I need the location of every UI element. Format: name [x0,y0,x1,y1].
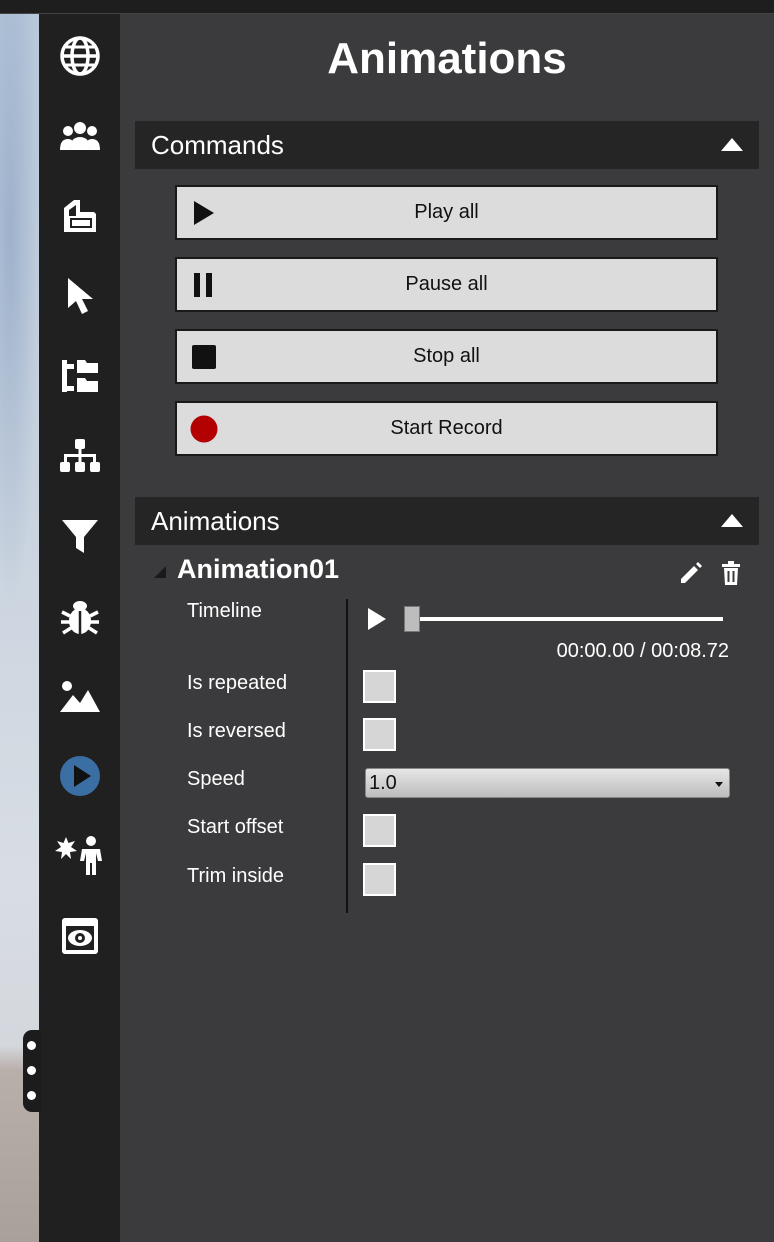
panel-title: Animations [327,34,567,83]
edit-pencil-icon[interactable] [678,560,704,586]
sidebar-item-animations[interactable] [39,746,120,806]
speed-label: Speed [187,768,245,790]
is-repeated-checkbox[interactable] [363,670,396,703]
play-circle-icon [59,756,100,796]
property-divider [346,599,348,913]
is-repeated-label: Is repeated [187,672,288,694]
stop-all-label: Stop all [413,345,480,367]
timeline-slider-track[interactable] [406,617,723,621]
grip-dot [27,1066,36,1075]
play-all-label: Play all [414,201,479,223]
grip-dot [27,1091,36,1100]
collapse-triangle-icon [721,514,743,527]
filter-icon [61,520,98,553]
start-offset-checkbox[interactable] [363,814,396,847]
time-separator: / [634,640,652,662]
is-reversed-checkbox[interactable] [363,718,396,751]
timeline-time-readout: 00:00.00 / 00:08.72 [557,640,729,663]
sidebar-item-hierarchy[interactable] [39,426,120,486]
current-time: 00:00.00 [556,640,635,662]
is-reversed-label: Is reversed [187,720,286,742]
commands-header-label: Commands [151,130,284,160]
grip-dot [27,1041,36,1050]
trim-inside-checkbox[interactable] [363,863,396,896]
timeline-slider-thumb[interactable] [404,606,420,632]
collapse-triangle-icon [721,138,743,151]
sidebar-item-debug[interactable] [39,586,120,646]
dropdown-caret-icon [715,782,723,787]
animation-name: Animation01 [177,554,340,584]
timeline-play-icon[interactable] [366,606,388,632]
start-record-label: Start Record [390,417,503,439]
sidebar-item-globe[interactable] [39,26,120,86]
tool-sidebar [39,14,120,1242]
viewer-eye-icon [61,918,98,954]
pause-all-button[interactable]: Pause all [175,257,718,312]
image-icon [59,681,100,712]
sidebar-item-filter[interactable] [39,506,120,566]
layers-icon [63,200,96,232]
animations-header-label: Animations [151,506,280,536]
start-offset-label: Start offset [187,816,284,838]
hierarchy-icon [59,439,100,472]
effects-person-icon [54,836,102,875]
bug-icon [60,601,99,635]
sidebar-item-users[interactable] [39,106,120,166]
sidebar-item-images[interactable] [39,666,120,726]
globe-icon [59,36,100,76]
sidebar-item-viewer[interactable] [39,906,120,966]
delete-trash-icon[interactable] [718,560,744,586]
trim-inside-label: Trim inside [187,865,285,887]
users-icon [59,122,100,150]
speed-value: 1.0 [369,772,397,794]
tree-view-icon [61,360,98,392]
sidebar-item-layers[interactable] [39,186,120,246]
top-bar [0,0,774,14]
play-all-button[interactable]: Play all [175,185,718,240]
sidebar-item-select[interactable] [39,266,120,326]
expand-triangle-icon[interactable] [154,566,166,578]
viewport-sky [0,14,40,614]
cursor-icon [67,278,93,314]
sidebar-resize-handle[interactable] [23,1030,41,1112]
stop-all-button[interactable]: Stop all [175,329,718,384]
sidebar-item-effects[interactable] [39,826,120,886]
start-record-button[interactable]: Start Record [175,401,718,456]
pause-all-label: Pause all [405,273,488,295]
timeline-label: Timeline [187,600,262,622]
sidebar-item-tree[interactable] [39,346,120,406]
animations-section-header[interactable]: Animations [135,497,759,545]
speed-dropdown[interactable]: 1.0 [365,768,730,798]
total-time: 00:08.72 [651,640,729,662]
commands-section-header[interactable]: Commands [135,121,759,169]
animations-panel: Animations Commands Play all Pause all S… [120,14,774,1242]
